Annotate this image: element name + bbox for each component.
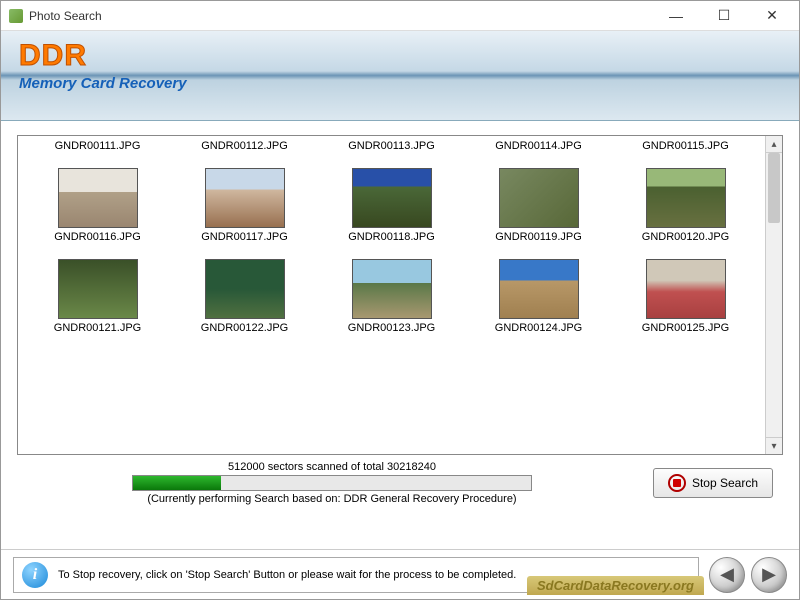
thumbnail-image [646,168,726,228]
thumbnail-grid: GNDR00111.JPG GNDR00112.JPG GNDR00113.JP… [18,136,765,454]
thumbnail-item[interactable]: GNDR00118.JPG [323,168,461,243]
file-label: GNDR00116.JPG [54,231,141,243]
progress-subtext: (Currently performing Search based on: D… [147,493,516,505]
file-label: GNDR00119.JPG [495,231,582,243]
file-label: GNDR00115.JPG [617,140,755,152]
thumbnail-image [646,259,726,319]
thumbnail-image [58,259,138,319]
window-title: Photo Search [29,9,661,23]
thumbnail-image [352,168,432,228]
thumbnail-item[interactable]: GNDR00124.JPG [470,259,608,334]
file-label: GNDR00114.JPG [470,140,608,152]
file-label: GNDR00121.JPG [54,322,141,334]
scroll-down-icon[interactable]: ▾ [766,437,782,454]
stop-icon [668,474,686,492]
forward-button[interactable]: ▶ [751,557,787,593]
file-label: GNDR00118.JPG [348,231,435,243]
thumbnail-row: GNDR00116.JPG GNDR00117.JPG GNDR00118.JP… [24,154,759,245]
file-label: GNDR00120.JPG [642,231,729,243]
file-label: GNDR00117.JPG [201,231,288,243]
close-button[interactable]: ✕ [757,6,787,26]
filename-row: GNDR00111.JPG GNDR00112.JPG GNDR00113.JP… [24,136,759,154]
file-label: GNDR00123.JPG [348,322,435,334]
file-label: GNDR00124.JPG [495,322,582,334]
thumbnail-image [205,168,285,228]
back-button[interactable]: ◀ [709,557,745,593]
thumbnail-item[interactable]: GNDR00123.JPG [323,259,461,334]
scroll-up-icon[interactable]: ▴ [766,136,782,153]
thumbnail-image [58,168,138,228]
app-subtitle: Memory Card Recovery [19,75,781,92]
header-banner: DDR Memory Card Recovery [1,31,799,121]
info-icon: i [22,562,48,588]
main-content: GNDR00111.JPG GNDR00112.JPG GNDR00113.JP… [1,121,799,549]
footer: i To Stop recovery, click on 'Stop Searc… [1,549,799,599]
app-window: Photo Search ― ☐ ✕ DDR Memory Card Recov… [0,0,800,600]
scroll-thumb[interactable] [768,153,780,223]
progress-bar [132,475,532,491]
progress-area: 512000 sectors scanned of total 30218240… [17,455,783,507]
thumbnail-image [352,259,432,319]
stop-button-label: Stop Search [692,476,758,490]
thumbnail-item[interactable]: GNDR00116.JPG [29,168,167,243]
file-label: GNDR00111.JPG [29,140,167,152]
progress-status: 512000 sectors scanned of total 30218240 [228,461,436,473]
watermark: SdCardDataRecovery.org [527,576,704,595]
app-icon [9,9,23,23]
thumbnail-image [499,168,579,228]
info-text: To Stop recovery, click on 'Stop Search'… [58,569,516,581]
thumbnail-image [499,259,579,319]
file-label: GNDR00122.JPG [201,322,288,334]
logo: DDR [19,39,781,73]
minimize-button[interactable]: ― [661,6,691,26]
maximize-button[interactable]: ☐ [709,6,739,26]
stop-search-button[interactable]: Stop Search [653,468,773,498]
thumbnail-panel: GNDR00111.JPG GNDR00112.JPG GNDR00113.JP… [17,135,783,455]
thumbnail-item[interactable]: GNDR00122.JPG [176,259,314,334]
thumbnail-item[interactable]: GNDR00120.JPG [617,168,755,243]
thumbnail-row: GNDR00121.JPG GNDR00122.JPG GNDR00123.JP… [24,245,759,336]
thumbnail-image [205,259,285,319]
progress-fill [133,476,221,490]
thumbnail-item[interactable]: GNDR00117.JPG [176,168,314,243]
progress-column: 512000 sectors scanned of total 30218240… [27,461,637,505]
titlebar: Photo Search ― ☐ ✕ [1,1,799,31]
thumbnail-item[interactable]: GNDR00121.JPG [29,259,167,334]
file-label: GNDR00112.JPG [176,140,314,152]
scrollbar[interactable]: ▴ ▾ [765,136,782,454]
thumbnail-item[interactable]: GNDR00125.JPG [617,259,755,334]
file-label: GNDR00125.JPG [642,322,729,334]
nav-buttons: ◀ ▶ [709,557,787,593]
window-controls: ― ☐ ✕ [661,6,791,26]
thumbnail-item[interactable]: GNDR00119.JPG [470,168,608,243]
file-label: GNDR00113.JPG [323,140,461,152]
